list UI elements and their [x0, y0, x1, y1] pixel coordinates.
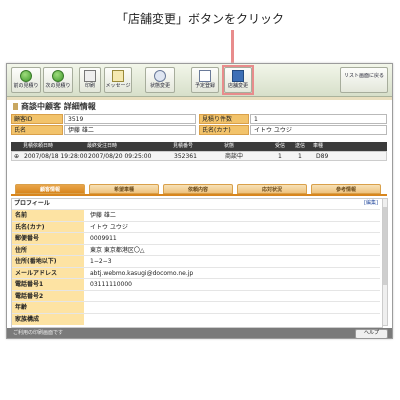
customer-id-label: 顧客ID: [11, 114, 63, 124]
profile-field-value: 東京 東京都港区〇△: [90, 246, 145, 254]
tab-customer-info[interactable]: 顧客情報: [15, 184, 85, 194]
list-item: 電話番号2: [12, 289, 380, 302]
status-bar: ご利用の印刷画面です ヘルプ: [7, 328, 392, 339]
back-to-list-button[interactable]: リスト画面に戻る: [340, 67, 388, 93]
list-item: 住所(番地以下) 1−2−3: [12, 255, 380, 267]
customer-info-grid: 顧客ID 3519 見積り件数 1 氏名 伊藤 雄二 氏名(カナ) イトウ ユウ…: [11, 114, 387, 136]
profile-field-value: 1−2−3: [90, 258, 112, 265]
list-item: 家族構成: [12, 312, 380, 325]
profile-field-label: 電話番号2: [12, 290, 84, 302]
toolbar: 前の見積り 次の見積り 印刷 メッセージ 状態変更 予定登録 店舗変更 リスト画…: [7, 64, 392, 97]
history-col-status: 状態: [224, 143, 235, 149]
list-item: 名前 伊藤 雄二: [12, 209, 380, 221]
detail-tabs: 顧客情報 希望車種 依頼内容 応対状況 参考情報: [11, 184, 387, 194]
name-label: 氏名: [11, 125, 63, 135]
profile-field-label: 家族構成: [12, 313, 84, 325]
tab-underline: [11, 194, 387, 196]
expand-icon[interactable]: ⊕: [14, 152, 19, 161]
page-title: 商談中顧客 詳細情報: [13, 101, 96, 112]
profile-field-label: 氏名(カナ): [12, 221, 84, 233]
left-arrow-icon: [20, 70, 32, 82]
vertical-scrollbar[interactable]: [382, 198, 388, 326]
tab-desired-model[interactable]: 希望車種: [89, 184, 159, 194]
profile-field-label: 名前: [12, 210, 84, 221]
list-item: 住所 東京 東京都港区〇△: [12, 243, 380, 256]
quote-count-label: 見積り件数: [199, 114, 249, 124]
profile-field-label: 郵便番号: [12, 233, 84, 244]
next-quote-button[interactable]: 次の見積り: [43, 67, 73, 93]
customer-id-value: 3519: [64, 114, 196, 124]
printer-icon: [84, 70, 96, 82]
profile-field-value: 03111110000: [90, 281, 132, 288]
app-window: 前の見積り 次の見積り 印刷 メッセージ 状態変更 予定登録 店舗変更 リスト画…: [6, 63, 393, 339]
history-request-date: 2007/08/18 19:28:00: [24, 153, 88, 160]
quote-count-value: 1: [250, 114, 387, 124]
status-change-button[interactable]: 状態変更: [145, 67, 175, 93]
status-text: ご利用の印刷画面です: [13, 330, 64, 336]
status-icon: [154, 70, 166, 82]
list-item: 年齢: [12, 301, 380, 313]
envelope-icon: [112, 70, 124, 82]
callout-line: [231, 30, 234, 64]
list-item: 氏名(カナ) イトウ ユウジ: [12, 220, 380, 233]
profile-field-label: 住所(番地以下): [12, 256, 84, 267]
history-status: 商談中: [225, 153, 244, 160]
prev-quote-button[interactable]: 前の見積り: [11, 67, 41, 93]
profile-field-label: 年齢: [12, 302, 84, 313]
profile-field-value: 伊藤 雄二: [90, 212, 116, 219]
history-col-request-date: 見積依頼日時: [23, 143, 54, 149]
list-item: メールアドレス abtj.webmo.kasugi@docomo.ne.jp: [12, 266, 380, 279]
profile-title-text: プロフィール: [14, 200, 50, 207]
history-header-row: 見積依頼日時 最終受注日時 見積番号 状態 受信 送信 車種: [11, 142, 387, 151]
list-item: 郵便番号 0009911: [12, 232, 380, 244]
profile-title: プロフィール: [12, 199, 382, 208]
history-sent: 1: [298, 153, 302, 160]
edit-link[interactable]: [編集]: [364, 199, 378, 208]
schedule-register-button[interactable]: 予定登録: [191, 67, 219, 93]
profile-field-value: イトウ ユウジ: [90, 223, 128, 231]
tab-reference-info[interactable]: 参考情報: [311, 184, 381, 194]
profile-field-label: メールアドレス: [12, 267, 84, 279]
history-model: D89: [316, 153, 329, 160]
history-last-order-date: 2007/08/20 09:25:00: [88, 153, 152, 160]
profile-field-value: 0009911: [90, 235, 117, 242]
help-button[interactable]: ヘルプ: [354, 329, 388, 339]
list-item: 電話番号1 03111110000: [12, 278, 380, 290]
calendar-icon: [199, 70, 211, 82]
history-quote-number: 352361: [174, 153, 197, 160]
history-col-sent: 送信: [295, 143, 306, 149]
title-bar-stripe: [7, 97, 392, 100]
profile-panel: プロフィール [編集] 名前 伊藤 雄二 氏名(カナ) イトウ ユウジ 郵便番号 0009…: [11, 198, 383, 328]
profile-field-label: 住所: [12, 244, 84, 256]
message-button[interactable]: メッセージ: [104, 67, 132, 93]
scrollbar-thumb[interactable]: [383, 207, 387, 285]
tab-request-details[interactable]: 依頼内容: [163, 184, 233, 194]
history-col-quote-number: 見積番号: [173, 143, 194, 149]
tab-response-status[interactable]: 応対状況: [237, 184, 307, 194]
table-row[interactable]: ⊕ 2007/08/18 19:28:00 2007/08/20 09:25:0…: [11, 151, 387, 161]
print-button[interactable]: 印刷: [79, 67, 101, 93]
kana-value: イトウ ユウジ: [250, 125, 387, 135]
instruction-caption: 「店舗変更」ボタンをクリック: [115, 12, 284, 26]
history-col-model: 車種: [313, 143, 324, 149]
highlight-box: [222, 65, 254, 95]
profile-field-label: 電話番号1: [12, 279, 84, 290]
name-value: 伊藤 雄二: [64, 125, 196, 135]
kana-label: 氏名(カナ): [199, 125, 249, 135]
history-received: 1: [278, 153, 282, 160]
right-arrow-icon: [52, 70, 64, 82]
profile-field-value: abtj.webmo.kasugi@docomo.ne.jp: [90, 269, 194, 277]
history-col-last-order-date: 最終受注日時: [87, 143, 118, 149]
history-col-received: 受信: [275, 143, 286, 149]
